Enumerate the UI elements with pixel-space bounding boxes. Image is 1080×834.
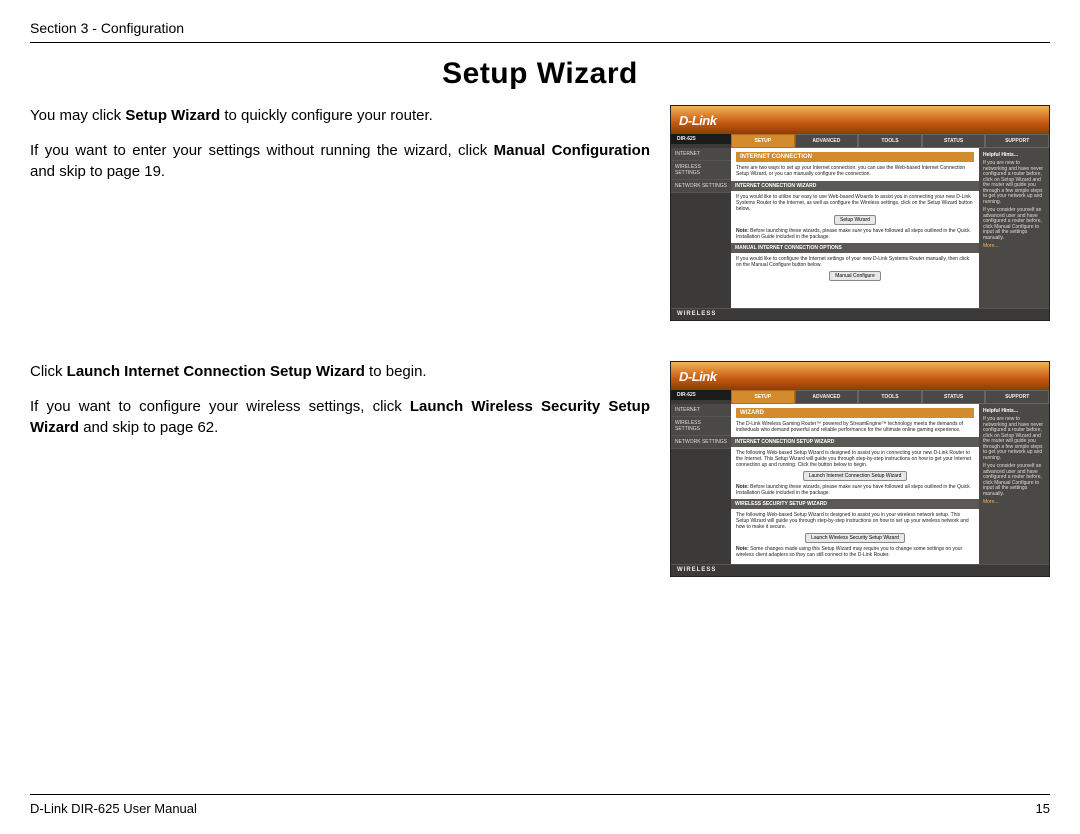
bold-launch-icw: Launch Internet Connection Setup Wizard bbox=[67, 363, 365, 380]
main-panel-1: INTERNET CONNECTION There are two ways t… bbox=[731, 148, 979, 308]
side-nav: INTERNET WIRELESS SETTINGS NETWORK SETTI… bbox=[671, 148, 731, 308]
model-bar: DIR-625 bbox=[671, 134, 731, 144]
subhead-wssw: WIRELESS SECURITY SETUP WIZARD bbox=[731, 499, 979, 509]
sidenav-network[interactable]: NETWORK SETTINGS bbox=[671, 180, 731, 193]
dlink-logo: D-Link bbox=[679, 113, 716, 128]
bold-manual-config: Manual Configuration bbox=[494, 142, 650, 159]
note-text: Some changes made using this Setup Wizar… bbox=[736, 546, 962, 558]
tab-advanced[interactable]: ADVANCED bbox=[795, 134, 859, 148]
hint-text: If you are new to networking and have ne… bbox=[983, 161, 1045, 205]
note1: Note: Before launching these wizards, pl… bbox=[736, 228, 974, 240]
more-link[interactable]: More... bbox=[983, 500, 1045, 506]
launch-wireless-security-wizard-button[interactable]: Launch Wireless Security Setup Wizard bbox=[805, 533, 905, 543]
hint-text: If you are new to networking and have ne… bbox=[983, 417, 1045, 461]
hints-title: Helpful Hints... bbox=[983, 152, 1045, 158]
tab-tools[interactable]: TOOLS bbox=[858, 134, 922, 148]
sidenav-internet[interactable]: INTERNET bbox=[671, 148, 731, 161]
tab-advanced[interactable]: ADVANCED bbox=[795, 390, 859, 404]
note2: Note: Before launching these wizards, pl… bbox=[736, 484, 974, 496]
footer-manual-name: D-Link DIR-625 User Manual bbox=[30, 801, 197, 816]
panel-head-internet-connection: INTERNET CONNECTION bbox=[736, 152, 974, 162]
manual-configure-button[interactable]: Manual Configure bbox=[829, 271, 880, 281]
txt: and skip to page 62. bbox=[79, 419, 218, 436]
txt: to quickly configure your router. bbox=[220, 107, 433, 124]
tab-setup[interactable]: SETUP bbox=[731, 390, 795, 404]
subhead-manual: MANUAL INTERNET CONNECTION OPTIONS bbox=[731, 243, 979, 253]
txt: and skip to page 19. bbox=[30, 163, 165, 180]
subhead-icw: INTERNET CONNECTION WIZARD bbox=[731, 181, 979, 191]
page-title: Setup Wizard bbox=[30, 57, 1050, 91]
block1-p2: If you want to enter your settings witho… bbox=[30, 140, 650, 182]
footer-page-number: 15 bbox=[1036, 801, 1050, 816]
text-manual: If you would like to configure the Inter… bbox=[736, 256, 974, 268]
hints-title: Helpful Hints... bbox=[983, 408, 1045, 414]
sidenav-wireless[interactable]: WIRELESS SETTINGS bbox=[671, 417, 731, 436]
txt: You may click bbox=[30, 107, 125, 124]
block2-text: Click Launch Internet Connection Setup W… bbox=[30, 361, 650, 452]
block2-p1: Click Launch Internet Connection Setup W… bbox=[30, 361, 650, 382]
note-text: Before launching these wizards, please m… bbox=[736, 484, 970, 496]
setup-wizard-button[interactable]: Setup Wizard bbox=[834, 215, 876, 225]
sidenav-wireless[interactable]: WIRELESS SETTINGS bbox=[671, 161, 731, 180]
panel-head-wizard: WIZARD bbox=[736, 408, 974, 418]
router-screenshot-1: D-Link DIR-625 SETUP ADVANCED TOOLS STAT… bbox=[670, 105, 1050, 321]
tab-support[interactable]: SUPPORT bbox=[985, 390, 1049, 404]
bold-setup-wizard: Setup Wizard bbox=[125, 107, 220, 124]
hint-text: If you consider yourself an advanced use… bbox=[983, 208, 1045, 241]
model-bar: DIR-625 bbox=[671, 390, 731, 400]
more-link[interactable]: More... bbox=[983, 244, 1045, 250]
txt: to begin. bbox=[365, 363, 427, 380]
block-2: Click Launch Internet Connection Setup W… bbox=[30, 361, 1050, 577]
router-footer: WIRELESS bbox=[671, 564, 1049, 576]
screenshot2-col: D-Link DIR-625 SETUP ADVANCED TOOLS STAT… bbox=[670, 361, 1050, 577]
subhead-icsw: INTERNET CONNECTION SETUP WIZARD bbox=[731, 437, 979, 447]
tab-setup[interactable]: SETUP bbox=[731, 134, 795, 148]
dlink-logo: D-Link bbox=[679, 369, 716, 384]
txt: If you want to enter your settings witho… bbox=[30, 142, 494, 159]
tab-status[interactable]: STATUS bbox=[922, 134, 986, 148]
hint-text: If you consider yourself an advanced use… bbox=[983, 464, 1045, 497]
router-footer: WIRELESS bbox=[671, 308, 1049, 320]
section-header: Section 3 - Configuration bbox=[30, 20, 1050, 43]
hints-panel-2: Helpful Hints... If you are new to netwo… bbox=[979, 404, 1049, 564]
panel-intro1: There are two ways to set up your Intern… bbox=[736, 165, 974, 177]
side-nav: INTERNET WIRELESS SETTINGS NETWORK SETTI… bbox=[671, 404, 731, 564]
block2-p2: If you want to configure your wireless s… bbox=[30, 396, 650, 438]
screenshot1-col: D-Link DIR-625 SETUP ADVANCED TOOLS STAT… bbox=[670, 105, 1050, 321]
txt: Click bbox=[30, 363, 67, 380]
hints-panel-1: Helpful Hints... If you are new to netwo… bbox=[979, 148, 1049, 308]
block-1: You may click Setup Wizard to quickly co… bbox=[30, 105, 1050, 321]
launch-internet-wizard-button[interactable]: Launch Internet Connection Setup Wizard bbox=[803, 471, 908, 481]
sidenav-network[interactable]: NETWORK SETTINGS bbox=[671, 436, 731, 449]
txt: If you want to configure your wireless s… bbox=[30, 398, 410, 415]
router-screenshot-2: D-Link DIR-625 SETUP ADVANCED TOOLS STAT… bbox=[670, 361, 1050, 577]
panel-intro2: The D-Link Wireless Gaming Router™ power… bbox=[736, 421, 974, 433]
text-icw: If you would like to utilize our easy to… bbox=[736, 194, 974, 212]
tab-tools[interactable]: TOOLS bbox=[858, 390, 922, 404]
block1-p1: You may click Setup Wizard to quickly co… bbox=[30, 105, 650, 126]
text-icsw: The following Web-based Setup Wizard is … bbox=[736, 450, 974, 468]
tab-support[interactable]: SUPPORT bbox=[985, 134, 1049, 148]
sidenav-internet[interactable]: INTERNET bbox=[671, 404, 731, 417]
router-banner: D-Link bbox=[671, 106, 1049, 134]
text-wssw: The following Web-based Setup Wizard is … bbox=[736, 512, 974, 530]
main-panel-2: WIZARD The D-Link Wireless Gaming Router… bbox=[731, 404, 979, 564]
note-text: Before launching these wizards, please m… bbox=[736, 228, 970, 240]
tab-status[interactable]: STATUS bbox=[922, 390, 986, 404]
page-footer: D-Link DIR-625 User Manual 15 bbox=[30, 794, 1050, 816]
note3: Note: Some changes made using this Setup… bbox=[736, 546, 974, 558]
router-banner: D-Link bbox=[671, 362, 1049, 390]
block1-text: You may click Setup Wizard to quickly co… bbox=[30, 105, 650, 196]
